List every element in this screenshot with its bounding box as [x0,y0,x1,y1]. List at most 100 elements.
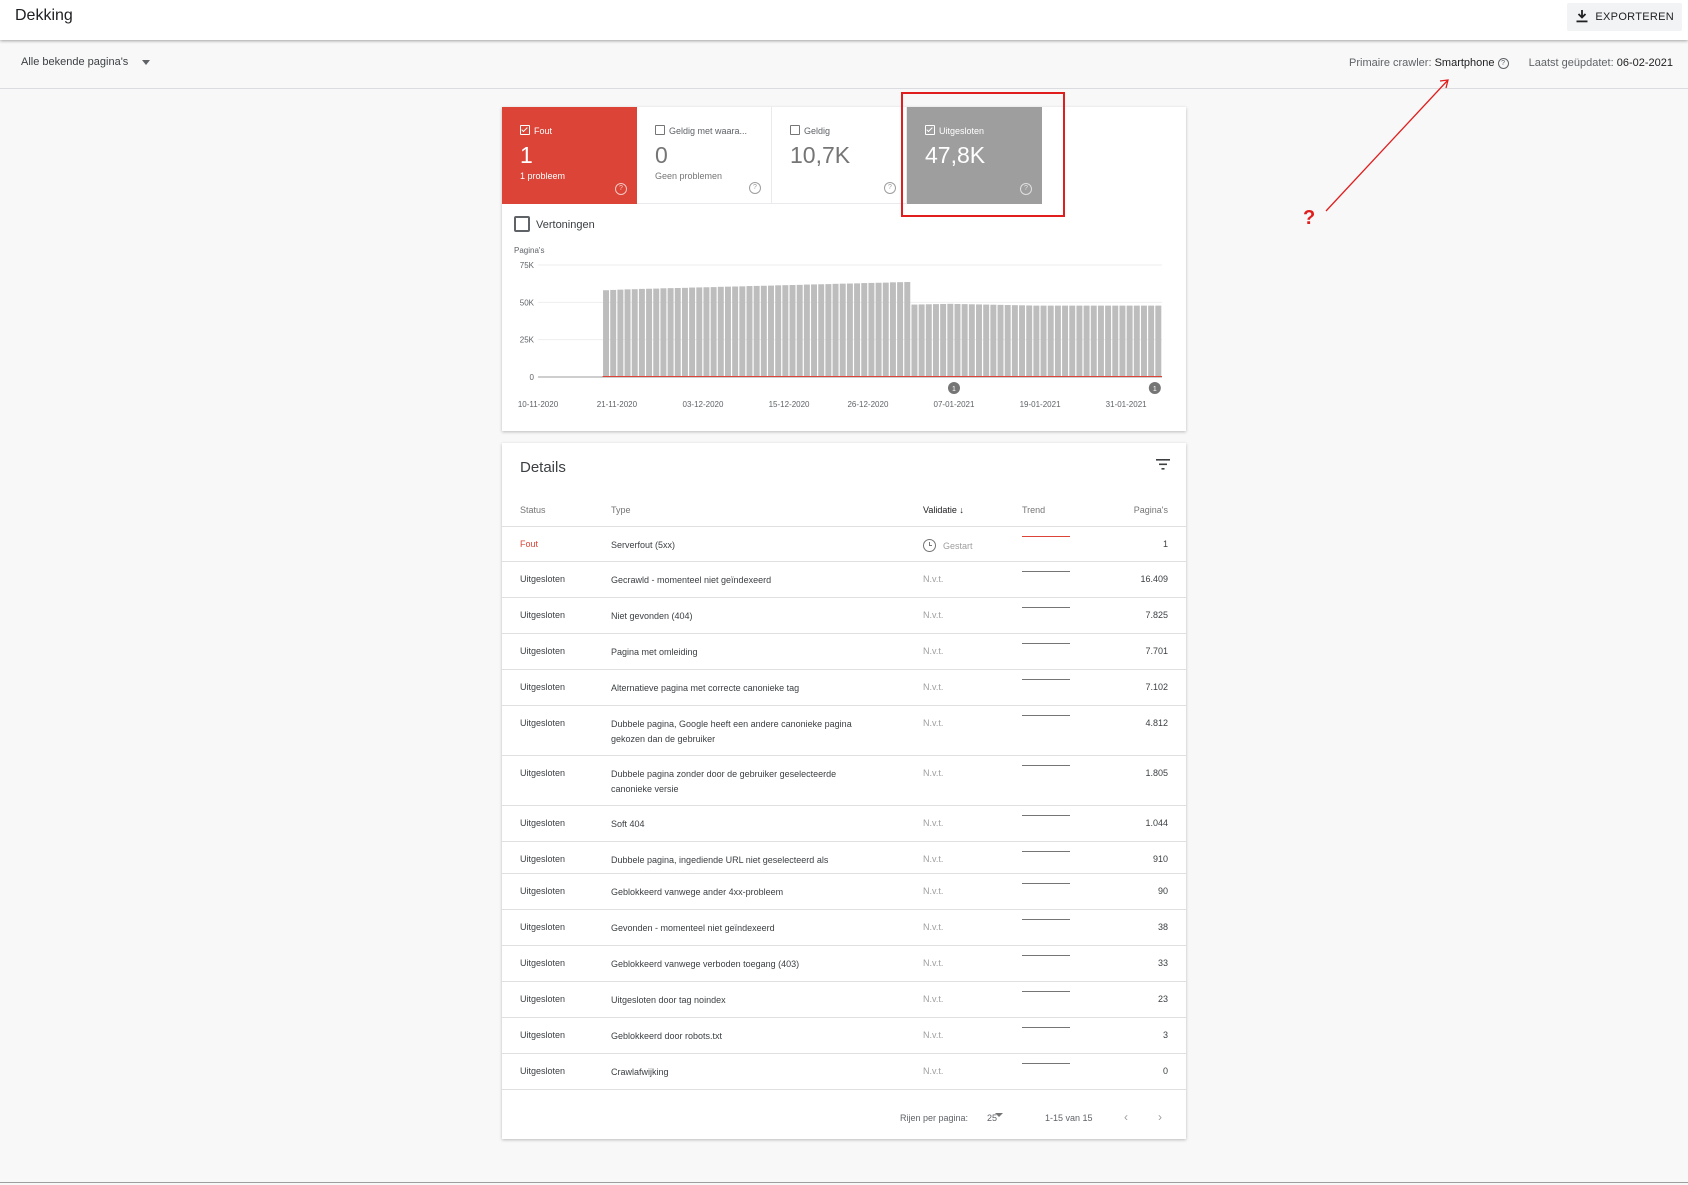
col-trend: Trend [1022,505,1046,515]
row-trend-sparkline [1022,607,1070,608]
row-status: Uitgesloten [520,886,566,896]
chart-bar [796,284,803,377]
col-type[interactable]: Type [611,505,631,515]
chart-bar [703,287,710,377]
table-row[interactable]: Uitgesloten Geblokkeerd vanwege verboden … [502,946,1186,982]
table-row[interactable]: Uitgesloten Dubbele pagina, ingediende UR… [502,842,1186,874]
chart-bar [653,288,660,377]
row-status: Uitgesloten [520,958,566,968]
rows-per-page-label: Rijen per pagina: [900,1113,969,1123]
chart-bar [861,283,868,377]
chart-bar [1105,305,1112,377]
prev-page-icon[interactable]: ‹ [1124,1110,1128,1124]
row-pages: 90 [1157,886,1168,896]
table-row[interactable]: Uitgesloten Dubbele pagina zonder door de… [502,756,1186,806]
table-row[interactable]: Fout Serverfout (5xx) Gestart 1 [502,527,1186,562]
row-status: Uitgesloten [520,994,566,1004]
chart-bar [603,290,610,377]
row-type: Geblokkeerd vanwege ander 4xx-probleem [611,887,784,897]
chart-bar [818,284,825,377]
row-type: Geblokkeerd vanwege verboden toegang (40… [611,959,800,969]
chart-bar [1112,305,1119,377]
table-row[interactable]: Uitgesloten Pagina met omleiding N.v.t. 7.7… [502,634,1186,670]
chart-bar [760,285,767,377]
chart-bar [997,304,1004,377]
row-validation: N.v.t. [923,610,944,620]
table-row[interactable]: Uitgesloten Gevonden - momenteel niet geï… [502,910,1186,946]
row-validation: N.v.t. [923,958,944,968]
table-row[interactable]: Uitgesloten Alternatieve pagina met corre… [502,670,1186,706]
x-tick-label: 03-12-2020 [683,400,724,409]
x-tick-label: 07-01-2021 [934,400,975,409]
table-row[interactable]: Uitgesloten Crawlafwijking N.v.t. 0 [502,1054,1186,1090]
tile-uitgesloten[interactable]: Uitgesloten 47,8K ? [907,107,1042,204]
chart-bar [990,304,997,377]
impressions-toggle[interactable]: Vertoningen [514,216,595,232]
help-icon[interactable]: ? [1020,183,1032,195]
page-set-dropdown[interactable]: Alle bekende pagina's [21,56,151,68]
chart-bar [1026,305,1033,377]
chart-bar [782,285,789,377]
details-card: Details Status Type Validatie ↓ Trend Pa… [502,443,1186,1139]
checkbox-icon [790,125,800,135]
col-validation[interactable]: Validatie ↓ [923,505,964,515]
row-pages: 1 [1162,539,1168,549]
filter-icon[interactable] [1156,459,1170,470]
row-validation: N.v.t. [923,818,944,828]
row-trend-sparkline [1022,715,1070,716]
table-row[interactable]: Uitgesloten Soft 404 N.v.t. 1.044 [502,806,1186,842]
row-validation: N.v.t. [923,768,944,778]
next-page-icon[interactable]: › [1158,1110,1162,1124]
table-row[interactable]: Uitgesloten Gecrawld - momenteel niet geï… [502,562,1186,598]
table-row[interactable]: Uitgesloten Dubbele pagina, Google heeft … [502,706,1186,756]
row-trend-sparkline [1022,919,1070,920]
page-set-label: Alle bekende pagina's [21,56,129,68]
chart-bar [667,288,674,377]
chart-bar [811,284,818,377]
chart-bar [1040,305,1047,377]
table-row[interactable]: Uitgesloten Uitgesloten door tag noindex N… [502,982,1186,1018]
chart-bar [968,304,975,377]
details-title: Details [520,459,566,476]
row-status: Uitgesloten [520,610,566,620]
row-pages: 3 [1162,1030,1168,1040]
row-pages: 0 [1162,1066,1168,1076]
chart-bar [617,289,624,377]
table-row[interactable]: Uitgesloten Geblokkeerd door robots.txt N.… [502,1018,1186,1054]
chart-bar [940,303,947,377]
row-validation: N.v.t. [923,1030,944,1040]
help-icon[interactable]: ? [749,182,761,194]
chart-bar [1019,305,1026,377]
row-trend-sparkline [1022,765,1070,766]
row-type: Gecrawld - momenteel niet geïndexeerd [611,575,772,585]
table-row[interactable]: Uitgesloten Niet gevonden (404) N.v.t. 7.82… [502,598,1186,634]
updated-value: 06-02-2021 [1616,57,1673,69]
chart-bar [1004,305,1011,377]
col-pages[interactable]: Pagina's [1134,505,1168,515]
coverage-summary-card: Fout 1 1 probleem ? Geldig met waara... … [502,107,1186,431]
chart-bar [789,285,796,377]
tile-geldig-met-waarschuwingen[interactable]: Geldig met waara... 0 Geen problemen ? [637,107,772,204]
crawler-label: Primaire crawler: [1349,57,1432,69]
tile-sub: 1 probleem [520,171,566,181]
chevron-down-icon [142,59,151,65]
table-row[interactable]: Uitgesloten Geblokkeerd vanwege ander 4xx… [502,874,1186,910]
help-icon[interactable]: ? [884,182,896,194]
help-icon[interactable]: ? [1497,58,1509,69]
tile-fout[interactable]: Fout 1 1 probleem ? [502,107,637,204]
chart-bar [839,283,846,377]
tile-label: Geldig [804,126,831,136]
help-icon[interactable]: ? [615,183,627,195]
col-status[interactable]: Status [520,505,546,515]
page-title: Dekking [15,7,73,24]
chart-bar [1054,305,1061,377]
chart-bar [911,304,918,377]
export-button[interactable]: EXPORTEREN [1567,3,1682,31]
annotation-marker-label: 1 [952,386,956,393]
chart-bar [976,304,982,377]
tile-geldig[interactable]: Geldig 10,7K ? [772,107,907,204]
row-status: Uitgesloten [520,922,566,932]
row-validation: N.v.t. [923,854,944,864]
chart-bar [681,287,688,377]
tile-value: 1 [520,142,533,168]
